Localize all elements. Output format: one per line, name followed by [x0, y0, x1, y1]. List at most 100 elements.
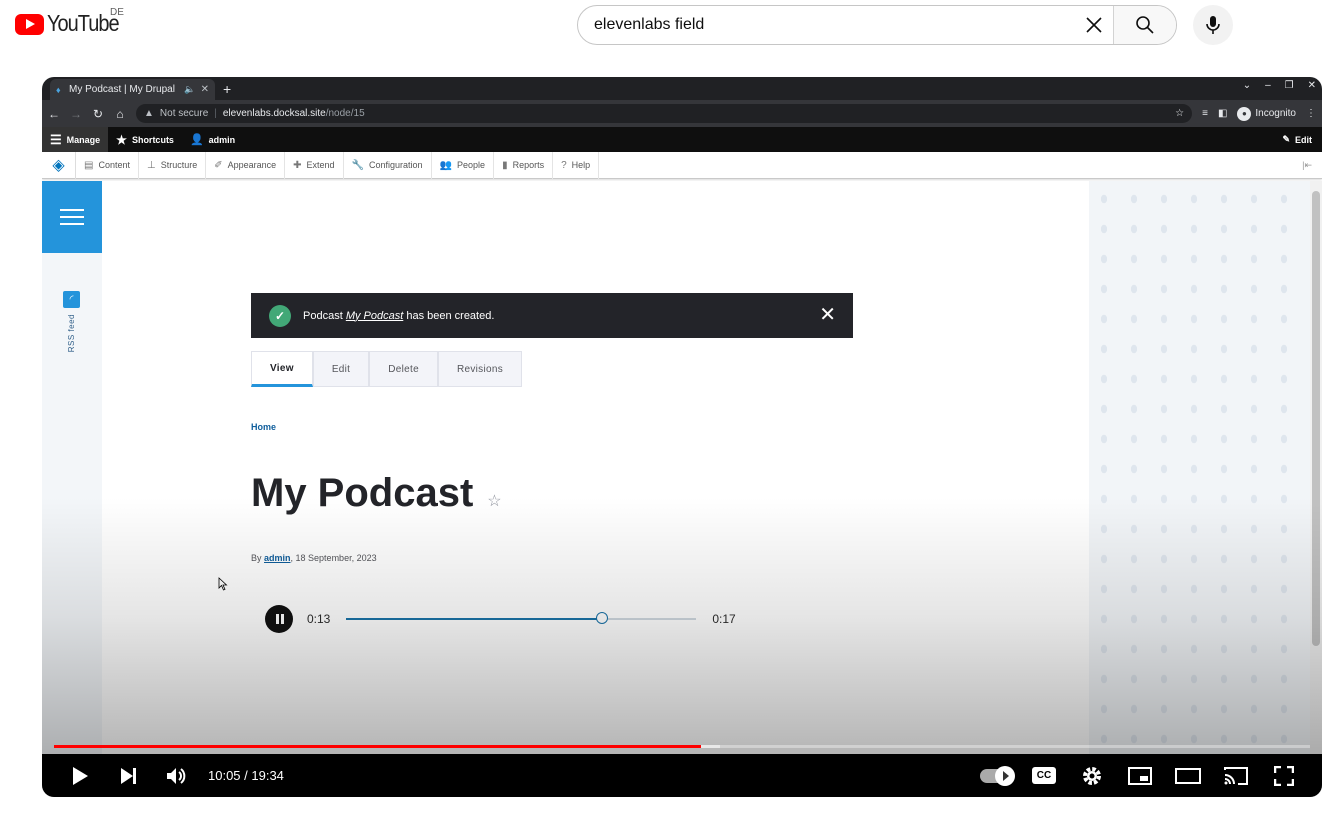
menu-item-label: Extend — [306, 160, 335, 170]
menu-item-structure[interactable]: ⊥ Structure — [139, 151, 207, 179]
search-input[interactable] — [578, 6, 1075, 44]
menu-item-appearance[interactable]: ✐ Appearance — [206, 151, 286, 179]
browser-tab[interactable]: ♦ My Podcast | My Drupal 🔈 ✕ — [50, 79, 215, 100]
cast-button[interactable] — [1212, 754, 1260, 797]
page-title: My Podcast ☆ — [251, 471, 502, 516]
tab-view[interactable]: View — [251, 351, 313, 387]
tab-revisions[interactable]: Revisions — [437, 351, 523, 387]
configuration-icon: 🔧 — [351, 159, 365, 171]
message-prefix: Podcast — [303, 309, 346, 322]
time-display: 10:05 / 19:34 — [208, 768, 284, 783]
menu-item-people[interactable]: 👥 People — [432, 151, 495, 179]
home-icon[interactable]: ⌂ — [114, 107, 126, 121]
local-tasks: View Edit Delete Revisions — [251, 351, 523, 387]
minimize-icon[interactable]: – — [1265, 80, 1271, 91]
audio-player: 0:13 0:17 — [265, 605, 736, 633]
menu-item-label: Content — [98, 160, 130, 170]
star-icon: ★ — [116, 132, 127, 147]
menu-icon: ☰ — [50, 131, 62, 147]
main-menu-button[interactable] — [42, 181, 102, 253]
subtitles-button[interactable]: CC — [1020, 754, 1068, 797]
video-player[interactable]: ♦ My Podcast | My Drupal 🔈 ✕ + ⌄ – ❐ ✕ ←… — [42, 77, 1322, 797]
volume-icon — [167, 767, 186, 784]
hamburger-icon — [60, 216, 84, 218]
reports-icon: ▮ — [502, 159, 508, 171]
author-link[interactable]: admin — [264, 553, 291, 563]
video-progress-bar[interactable] — [54, 745, 1310, 748]
window-close-icon[interactable]: ✕ — [1308, 80, 1316, 91]
drupal-drop-icon[interactable]: ◈ — [42, 151, 76, 179]
restore-icon[interactable]: ❐ — [1285, 80, 1294, 91]
fullscreen-button[interactable] — [1260, 754, 1308, 797]
olivero-sidebar: ◜ RSS feed — [42, 181, 102, 797]
orientation-toggle-icon[interactable]: |⇤ — [1302, 160, 1312, 171]
close-message-icon[interactable]: ✕ — [819, 305, 836, 325]
drupal-admin-toolbar: ☰ Manage ★ Shortcuts 👤 admin ✎ Edit — [42, 127, 1322, 152]
play-button[interactable] — [56, 754, 104, 797]
tab-edit[interactable]: Edit — [312, 351, 370, 387]
toolbar-manage[interactable]: ☰ Manage — [42, 127, 109, 152]
audio-seek-handle[interactable] — [595, 612, 608, 624]
tab-audio-icon: 🔈 — [184, 84, 196, 94]
toolbar-edit[interactable]: ✎ Edit — [1282, 127, 1312, 152]
reload-icon[interactable]: ↻ — [92, 107, 104, 121]
menu-item-content[interactable]: ▤ Content — [76, 151, 139, 179]
clear-search-button[interactable] — [1075, 6, 1113, 44]
byline: By admin, 18 September, 2023 — [251, 553, 377, 563]
incognito-indicator[interactable]: ● Incognito — [1237, 106, 1296, 121]
settings-button[interactable] — [1068, 754, 1116, 797]
pause-button[interactable] — [265, 605, 293, 633]
message-node-link[interactable]: My Podcast — [346, 310, 403, 322]
favorite-star-icon[interactable]: ☆ — [487, 491, 501, 511]
miniplayer-button[interactable] — [1116, 754, 1164, 797]
tab-search-icon[interactable]: ⌄ — [1243, 80, 1251, 91]
people-icon: 👥 — [439, 159, 453, 171]
toolbar-user[interactable]: 👤 admin — [182, 127, 243, 152]
rss-feed-link[interactable]: ◜ RSS feed — [63, 291, 80, 352]
tab-delete[interactable]: Delete — [369, 351, 438, 387]
drupal-favicon-icon: ♦ — [56, 84, 61, 95]
address-bar[interactable]: ▲ Not secure | elevenlabs.docksal.site /… — [136, 104, 1193, 123]
byline-prefix: By — [251, 553, 265, 563]
browser-menu-icon[interactable]: ⋮ — [1306, 108, 1316, 119]
user-icon: 👤 — [189, 134, 204, 146]
message-suffix: has been created. — [403, 309, 495, 322]
side-panel-icon[interactable]: ◧ — [1218, 108, 1227, 119]
theater-mode-button[interactable] — [1164, 754, 1212, 797]
played-bar — [54, 745, 701, 748]
mute-button[interactable] — [152, 754, 200, 797]
toolbar-edit-label: Edit — [1295, 134, 1312, 145]
bookmark-star-icon[interactable]: ☆ — [1175, 108, 1184, 119]
search-button[interactable] — [1113, 6, 1176, 44]
forward-icon[interactable]: → — [70, 107, 82, 121]
audio-seek-fill — [346, 618, 602, 620]
youtube-logo[interactable]: YouTube DE — [15, 7, 124, 37]
next-button[interactable] — [104, 754, 152, 797]
miniplayer-icon — [1128, 766, 1152, 785]
menu-item-reports[interactable]: ▮ Reports — [494, 151, 554, 179]
page-scrollbar[interactable] — [1310, 181, 1322, 797]
next-icon — [121, 768, 136, 784]
voice-search-button[interactable] — [1193, 5, 1233, 45]
reading-list-icon[interactable]: ≡ — [1202, 108, 1208, 119]
help-icon: ? — [561, 159, 567, 171]
subtitles-icon: CC — [1032, 767, 1056, 784]
status-message: ✓ Podcast My Podcast has been created. ✕ — [251, 293, 853, 338]
breadcrumb-home[interactable]: Home — [251, 422, 276, 432]
menu-item-help[interactable]: ? Help — [553, 151, 600, 179]
decorative-drop-pattern — [1089, 181, 1322, 797]
toolbar-user-label: admin — [208, 134, 236, 145]
menu-item-configuration[interactable]: 🔧 Configuration — [344, 151, 432, 179]
youtube-play-logo-icon — [15, 14, 44, 35]
scrollbar-thumb[interactable] — [1312, 191, 1320, 646]
fullscreen-icon — [1274, 765, 1294, 786]
audio-seek-bar[interactable] — [346, 612, 697, 624]
menu-item-extend[interactable]: ✚ Extend — [285, 151, 344, 179]
drupal-admin-menu: ◈ ▤ Content ⊥ Structure ✐ Appearance ✚ Exten… — [42, 151, 1322, 179]
new-tab-button[interactable]: + — [223, 79, 231, 100]
back-icon[interactable]: ← — [48, 107, 60, 121]
menu-item-label: Help — [571, 160, 591, 170]
tab-close-icon[interactable]: ✕ — [201, 84, 209, 95]
autoplay-toggle[interactable] — [972, 754, 1020, 797]
toolbar-shortcuts[interactable]: ★ Shortcuts — [108, 127, 182, 152]
